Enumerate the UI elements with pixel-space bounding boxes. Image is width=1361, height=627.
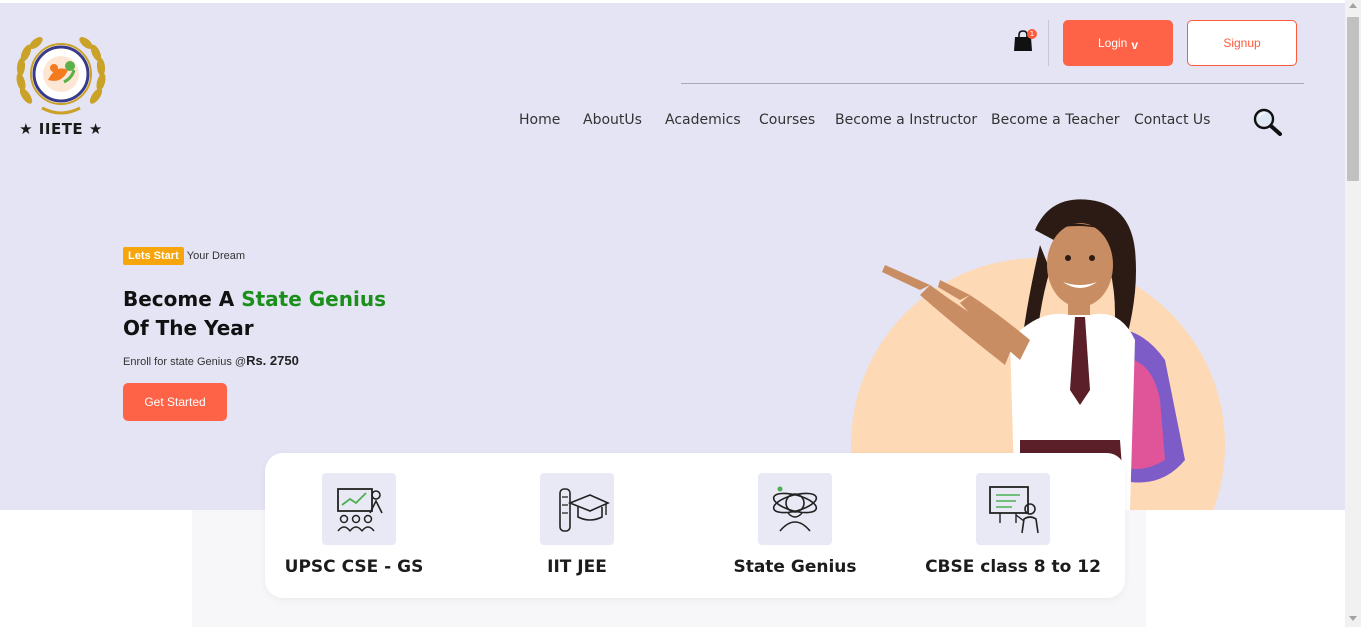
cart-count-badge: 1 [1027,29,1037,39]
page: ★ IIETE ★ 1 Login v Signup Home AboutUs … [0,0,1345,627]
category-label: CBSE class 8 to 12 [925,557,1101,577]
chevron-down-icon: v [1131,38,1139,52]
teacher-board-icon [976,473,1050,545]
nav-contact-us[interactable]: Contact Us [1134,112,1210,128]
categories-card: UPSC CSE - GS IIT JEE State Genius CBSE … [265,453,1125,598]
nav-courses[interactable]: Courses [759,112,815,128]
hero-tag: Lets Start Your Dream [123,246,245,266]
scroll-up-arrow-icon[interactable] [1349,3,1357,8]
enroll-price: Rs. 2750 [246,353,299,368]
category-iit-jee[interactable]: IIT JEE [468,453,686,598]
get-started-button[interactable]: Get Started [123,383,227,421]
nav-academics[interactable]: Academics [665,112,741,128]
login-label: Login [1097,36,1128,50]
vertical-scrollbar[interactable] [1345,0,1361,627]
category-state-genius[interactable]: State Genius [686,453,904,598]
scrollbar-thumb[interactable] [1347,17,1359,181]
category-label: IIT JEE [547,557,607,577]
genius-brain-icon [758,473,832,545]
scroll-down-arrow-icon[interactable] [1349,616,1357,621]
signup-button[interactable]: Signup [1187,20,1297,66]
category-label: UPSC CSE - GS [284,557,424,577]
category-upsc[interactable]: UPSC CSE - GS [245,453,463,598]
site-logo[interactable]: ★ IIETE ★ [12,34,110,140]
enroll-label: Enroll for state Genius @ [123,356,247,368]
laurel-emblem-icon [16,37,106,115]
headline-part1: Become A [123,287,242,311]
tag-text: Your Dream [186,250,246,262]
search-icon[interactable] [1253,108,1283,136]
header-divider [1048,20,1049,66]
nav-about-us[interactable]: AboutUs [583,112,642,128]
tag-badge: Lets Start [123,247,184,265]
logo-text: ★ IIETE ★ [19,120,103,138]
graduation-cap-scroll-icon [540,473,614,545]
classroom-teacher-icon [322,473,396,545]
headline-line2: Of The Year [123,316,254,340]
enroll-text: Enroll for state Genius @Rs. 2750 [123,353,299,368]
header-separator [681,83,1304,84]
hero-headline: Become A State Genius Of The Year [123,285,386,343]
cart-button[interactable]: 1 [1013,29,1037,54]
nav-home[interactable]: Home [519,112,560,128]
login-button[interactable]: Login v [1063,20,1173,66]
category-label: State Genius [733,557,857,577]
nav-become-instructor[interactable]: Become a Instructor [835,112,977,128]
headline-highlight: State Genius [241,287,386,311]
nav-become-teacher[interactable]: Become a Teacher [991,112,1120,128]
category-cbse[interactable]: CBSE class 8 to 12 [904,453,1122,598]
